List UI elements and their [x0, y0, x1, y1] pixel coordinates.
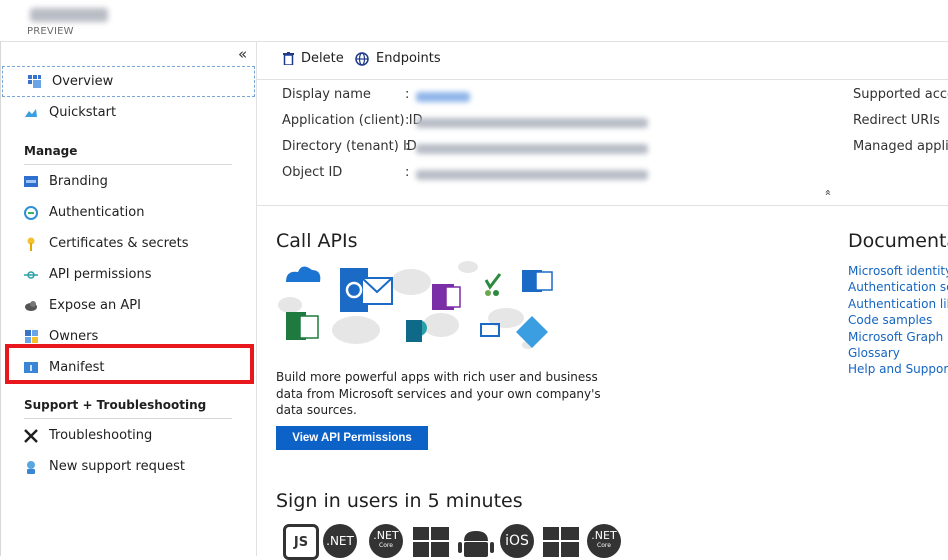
doc-link-authentication-libraries[interactable]: Authentication libr: [848, 296, 948, 312]
cloud-gear-icon: [24, 299, 38, 313]
endpoints-button[interactable]: Endpoints: [355, 51, 441, 66]
colon: :: [405, 87, 410, 102]
wrench-icon: [24, 428, 38, 443]
manifest-highlight-box: [5, 344, 254, 384]
essentials-label-object-id: Object ID: [282, 165, 343, 180]
dotnet-core-icon[interactable]: .NET Core: [369, 524, 403, 558]
sidebar-item-authentication[interactable]: Authentication: [0, 197, 256, 228]
sidebar-item-label: Certificates & secrets: [49, 236, 189, 251]
onenote-icon: [432, 284, 461, 310]
doc-link-code-samples[interactable]: Code samples: [848, 312, 948, 328]
key-icon: [24, 237, 38, 251]
globe-icon: [355, 51, 369, 66]
section-divider: [24, 164, 232, 165]
api-permissions-icon: [24, 268, 38, 282]
owners-icon: [24, 330, 38, 344]
onedrive-icon: [286, 266, 321, 282]
section-divider: [24, 418, 232, 419]
authentication-icon: [24, 205, 38, 220]
essentials-label-supported-accounts: Supported accou: [853, 87, 948, 102]
collapse-essentials-button[interactable]: »: [821, 189, 834, 196]
sidebar: « Overview Quickstart Manage Branding Au…: [0, 41, 257, 556]
colon: :: [405, 139, 410, 154]
essentials-divider: [257, 205, 948, 206]
view-api-permissions-button[interactable]: View API Permissions: [276, 426, 428, 450]
sidebar-item-label: Expose an API: [49, 298, 141, 313]
sidebar-item-label: Branding: [49, 174, 108, 189]
essentials-label-display-name: Display name: [282, 87, 371, 102]
android-icon[interactable]: [458, 527, 494, 557]
call-apis-description: Build more powerful apps with rich user …: [276, 370, 601, 417]
trash-icon: [283, 52, 294, 65]
object-id-value-redacted: [416, 170, 648, 180]
sidebar-item-new-support-request[interactable]: New support request: [0, 451, 256, 482]
doc-link-authentication-scenarios[interactable]: Authentication sce: [848, 279, 948, 295]
documentation-links: Microsoft identity Authentication sce Au…: [848, 263, 948, 378]
colon: :: [405, 165, 410, 180]
sidebar-item-overview[interactable]: Overview: [2, 66, 255, 97]
doc-link-microsoft-graph[interactable]: Microsoft Graph: [848, 329, 948, 345]
dotnet-icon[interactable]: .NET: [323, 524, 357, 558]
dotnet-core-icon[interactable]: .NET Core: [587, 524, 621, 558]
delete-label: Delete: [301, 51, 344, 66]
nodejs-icon[interactable]: JS: [283, 524, 319, 560]
essentials-label-client-id: Application (client) ID: [282, 113, 423, 128]
sidebar-item-label: Troubleshooting: [49, 428, 153, 443]
sidebar-item-label: Quickstart: [49, 105, 117, 120]
windows-icon[interactable]: [413, 527, 449, 557]
collapse-sidebar-button[interactable]: «: [238, 45, 247, 63]
sidebar-item-branding[interactable]: Branding: [0, 166, 256, 197]
client-id-value-redacted: [416, 118, 648, 128]
sidebar-item-troubleshooting[interactable]: Troubleshooting: [0, 420, 256, 451]
essentials-label-redirect-uris: Redirect URIs: [853, 113, 940, 128]
doc-link-glossary[interactable]: Glossary: [848, 345, 948, 361]
sidebar-item-label: Owners: [49, 329, 99, 344]
call-apis-title: Call APIs: [276, 230, 358, 252]
endpoints-label: Endpoints: [376, 51, 441, 66]
excel-icon: [286, 312, 319, 340]
support-icon: [24, 460, 38, 474]
exchange-icon: [522, 270, 553, 292]
quickstart-icon: [24, 106, 38, 120]
section-support: Support + Troubleshooting: [24, 398, 207, 412]
sidebar-item-label: New support request: [49, 459, 185, 474]
yammer-icon: [484, 273, 502, 296]
outlook-icon: [340, 268, 393, 312]
doc-link-help-and-support[interactable]: Help and Support: [848, 361, 948, 377]
command-bar: Delete Endpoints: [257, 41, 948, 80]
documentation-title: Documentat: [848, 230, 948, 252]
delete-button[interactable]: Delete: [283, 51, 344, 66]
sidebar-item-label: API permissions: [49, 267, 152, 282]
microsoft-services-illustration: [278, 261, 553, 349]
sidebar-item-certificates-secrets[interactable]: Certificates & secrets: [0, 228, 256, 259]
essentials-label-managed-application: Managed applica: [853, 139, 948, 154]
essentials-label-tenant-id: Directory (tenant) ID: [282, 139, 417, 154]
sharepoint-icon: [406, 320, 427, 342]
app-title-redacted: [30, 8, 108, 22]
display-name-value-redacted[interactable]: [416, 92, 470, 102]
windows-icon[interactable]: [543, 527, 579, 557]
section-manage: Manage: [24, 144, 78, 158]
sidebar-item-api-permissions[interactable]: API permissions: [0, 259, 256, 290]
branding-icon: [24, 175, 38, 189]
overview-icon: [27, 75, 41, 89]
sidebar-item-quickstart[interactable]: Quickstart: [0, 97, 256, 128]
doc-link-microsoft-identity[interactable]: Microsoft identity: [848, 263, 948, 279]
ios-icon[interactable]: iOS: [500, 524, 534, 558]
top-bar: PREVIEW: [0, 0, 948, 42]
sidebar-item-label: Overview: [52, 74, 114, 89]
sidebar-item-label: Authentication: [49, 205, 145, 220]
colon: :: [405, 113, 410, 128]
preview-label: PREVIEW: [27, 26, 74, 37]
sidebar-item-expose-an-api[interactable]: Expose an API: [0, 290, 256, 321]
tenant-id-value-redacted: [416, 144, 648, 154]
sign-in-title: Sign in users in 5 minutes: [276, 490, 523, 512]
